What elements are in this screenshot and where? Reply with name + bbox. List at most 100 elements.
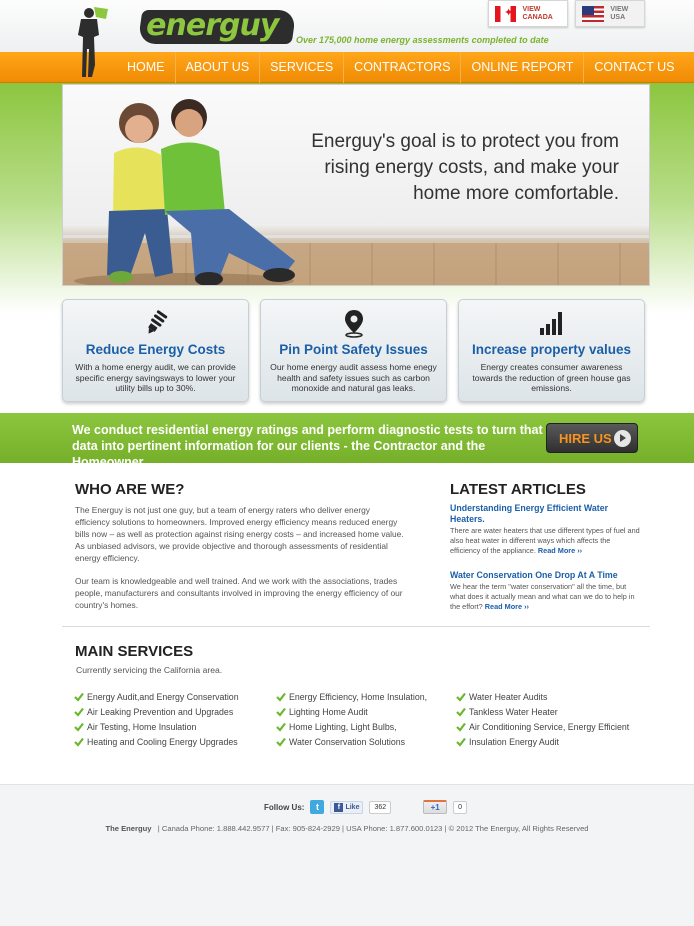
service-item: Air Conditioning Service, Energy Efficie… bbox=[456, 719, 629, 734]
feature-reduce-energy-costs[interactable]: Reduce Energy Costs With a home energy a… bbox=[62, 299, 249, 402]
service-item: Heating and Cooling Energy Upgrades bbox=[74, 734, 239, 749]
signal-bars-icon bbox=[540, 312, 562, 335]
service-item: Lighting Home Audit bbox=[276, 704, 427, 719]
arrow-right-icon bbox=[614, 429, 631, 447]
social-follow: Follow Us: t f Like 362 +1 0 bbox=[264, 800, 468, 814]
feature-title: Increase property values bbox=[471, 342, 632, 357]
service-item: Water Conservation Solutions bbox=[276, 734, 427, 749]
view-canada-button[interactable]: VIEW CANADA bbox=[488, 0, 568, 27]
checkmark-icon bbox=[456, 737, 466, 747]
tagline: Over 175,000 home energy assessments com… bbox=[296, 35, 549, 45]
facebook-icon: f bbox=[334, 802, 344, 812]
nav-contractors[interactable]: CONTRACTORS bbox=[344, 52, 462, 83]
feature-title: Reduce Energy Costs bbox=[85, 342, 226, 357]
checkmark-icon bbox=[74, 707, 84, 717]
services-column-1: Energy Audit,and Energy Conservation Air… bbox=[74, 689, 239, 749]
nav-about-us[interactable]: ABOUT US bbox=[176, 52, 261, 83]
light-bulb-icon bbox=[148, 310, 168, 334]
feature-text: With a home energy audit, we can provide… bbox=[75, 362, 236, 393]
service-item: Insulation Energy Audit bbox=[456, 734, 629, 749]
checkmark-icon bbox=[276, 707, 286, 717]
feature-text: Energy creates consumer awareness toward… bbox=[472, 362, 631, 393]
service-label: Energy Audit,and Energy Conservation bbox=[87, 691, 239, 702]
read-more-link[interactable]: Read More ›› bbox=[485, 602, 529, 611]
service-label: Water Heater Audits bbox=[469, 691, 548, 702]
view-canada-label: VIEW CANADA bbox=[522, 5, 553, 21]
service-label: Water Conservation Solutions bbox=[289, 736, 406, 747]
checkmark-icon bbox=[276, 737, 286, 747]
main-services-heading: MAIN SERVICES bbox=[75, 643, 194, 660]
latest-articles-heading: LATEST ARTICLES bbox=[450, 481, 586, 498]
checkmark-icon bbox=[456, 722, 466, 732]
services-subtitle: Currently servicing the California area. bbox=[76, 665, 223, 675]
read-more-link[interactable]: Read More ›› bbox=[538, 546, 582, 555]
service-item: Tankless Water Heater bbox=[456, 704, 629, 719]
follow-us-label: Follow Us: bbox=[264, 802, 305, 812]
service-label: Home Lighting, Light Bulbs, bbox=[289, 721, 397, 732]
service-label: Lighting Home Audit bbox=[289, 706, 368, 717]
service-label: Energy Efficiency, Home Insulation, bbox=[289, 691, 428, 702]
article-title-2[interactable]: Water Conservation One Drop At A Time bbox=[450, 570, 640, 581]
article-title-1[interactable]: Understanding Energy Efficient Water Hea… bbox=[450, 503, 640, 525]
service-label: Air Leaking Prevention and Upgrades bbox=[87, 706, 234, 717]
service-label: Air Conditioning Service, Energy Efficie… bbox=[469, 721, 630, 732]
facebook-like-button[interactable]: f Like bbox=[330, 800, 364, 814]
service-item: Water Heater Audits bbox=[456, 689, 629, 704]
nav-contact-us[interactable]: CONTACT US bbox=[584, 52, 684, 83]
hero-headline: Energuy's goal is to protect you from ri… bbox=[311, 131, 619, 204]
service-item: Energy Audit,and Energy Conservation bbox=[74, 689, 239, 704]
hire-us-button[interactable]: HIRE US bbox=[546, 423, 638, 453]
checkmark-icon bbox=[276, 722, 286, 732]
view-usa-button[interactable]: VIEW USA bbox=[575, 0, 645, 27]
hero-banner: Energuy's goal is to protect you from ri… bbox=[62, 84, 650, 286]
google-plus-count: 0 bbox=[453, 800, 468, 814]
services-column-3: Water Heater Audits Tankless Water Heate… bbox=[456, 689, 629, 749]
who-are-we-heading: WHO ARE WE? bbox=[75, 481, 185, 498]
feature-pin-point-safety[interactable]: Pin Point Safety Issues Our home energy … bbox=[260, 299, 447, 402]
article-excerpt: We hear the term "water conservation" al… bbox=[450, 582, 635, 611]
article-body-1: There are water heaters that use differe… bbox=[450, 526, 640, 556]
footer-info: The Energuy | Canada Phone: 1.888.442.95… bbox=[0, 824, 694, 833]
usa-flag-icon bbox=[582, 5, 605, 22]
google-plus-button[interactable]: +1 bbox=[423, 800, 448, 814]
checkmark-icon bbox=[276, 692, 286, 702]
service-label: Insulation Energy Audit bbox=[469, 736, 559, 747]
service-item: Air Testing, Home Insulation bbox=[74, 719, 239, 734]
energuy-logo[interactable]: energuy bbox=[137, 8, 297, 44]
feature-title: Pin Point Safety Issues bbox=[279, 342, 428, 357]
section-divider bbox=[62, 626, 650, 627]
service-item: Home Lighting, Light Bulbs, bbox=[276, 719, 427, 734]
feature-text: Our home energy audit assess home enegy … bbox=[270, 362, 437, 393]
checkmark-icon bbox=[74, 692, 84, 702]
footer-brand: The Energuy bbox=[105, 824, 152, 833]
view-usa-label: VIEW USA bbox=[610, 5, 629, 21]
nav-home[interactable]: HOME bbox=[117, 52, 176, 83]
hire-us-label: HIRE US bbox=[559, 430, 612, 446]
checkmark-icon bbox=[456, 692, 466, 702]
checkmark-icon bbox=[74, 722, 84, 732]
who-paragraph-2: Our team is knowledgeable and well train… bbox=[75, 576, 403, 610]
service-label: Tankless Water Heater bbox=[469, 706, 558, 717]
superhero-logo-icon bbox=[78, 7, 108, 77]
nav-services[interactable]: SERVICES bbox=[260, 52, 345, 83]
who-paragraph-1: The Energuy is not just one guy, but a t… bbox=[75, 505, 404, 563]
services-column-2: Energy Efficiency, Home Insulation, Ligh… bbox=[276, 689, 427, 749]
checkmark-icon bbox=[74, 737, 84, 747]
facebook-like-label: Like bbox=[345, 803, 360, 811]
service-item: Energy Efficiency, Home Insulation, bbox=[276, 689, 427, 704]
facebook-like-count: 362 bbox=[369, 800, 392, 814]
article-body-2: We hear the term "water conservation" al… bbox=[450, 582, 640, 612]
couple-photo bbox=[74, 99, 295, 285]
checkmark-icon bbox=[456, 707, 466, 717]
twitter-icon[interactable]: t bbox=[310, 800, 325, 814]
service-label: Heating and Cooling Energy Upgrades bbox=[87, 736, 238, 747]
footer-contact-line: | Canada Phone: 1.888.442.9577 | Fax: 90… bbox=[157, 824, 589, 833]
nav-online-report[interactable]: ONLINE REPORT bbox=[461, 52, 585, 83]
feature-increase-property-values[interactable]: Increase property values Energy creates … bbox=[458, 299, 645, 402]
canada-flag-icon bbox=[495, 5, 517, 22]
map-pin-icon bbox=[345, 310, 363, 338]
service-label: Air Testing, Home Insulation bbox=[87, 721, 197, 732]
cta-text: We conduct residential energy ratings an… bbox=[72, 423, 543, 469]
service-item: Air Leaking Prevention and Upgrades bbox=[74, 704, 239, 719]
logo-text: energuy bbox=[146, 8, 279, 43]
